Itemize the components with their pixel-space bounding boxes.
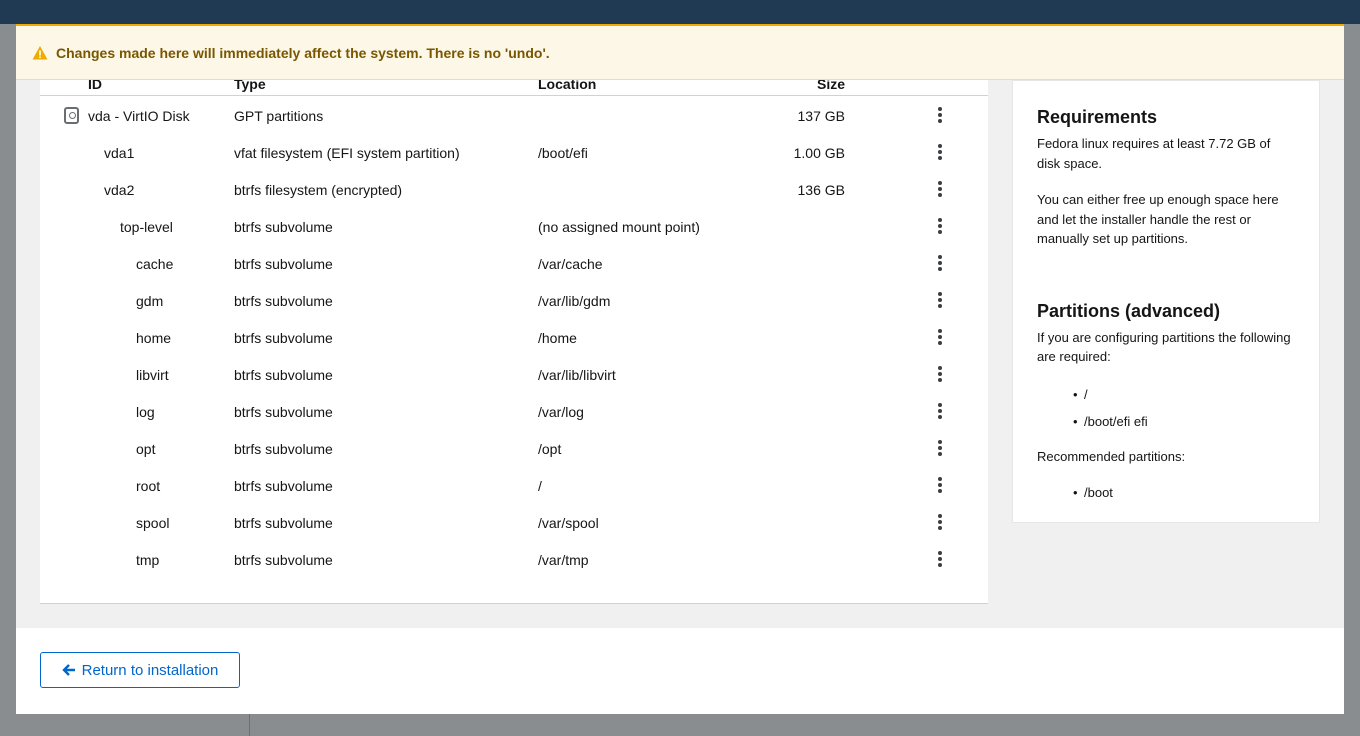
recommended-label: Recommended partitions: (1037, 448, 1186, 464)
kebab-menu-icon[interactable] (930, 401, 950, 421)
cell-type: btrfs subvolume (234, 515, 333, 531)
storage-modal: Changes made here will immediately affec… (16, 24, 1344, 714)
cell-id: gdm (136, 293, 164, 309)
cell-id: log (136, 404, 155, 420)
table-row: cache btrfs subvolume/var/cache (40, 245, 988, 282)
required-item: /boot/efi efi (1073, 412, 1295, 431)
kebab-menu-icon[interactable] (930, 253, 950, 273)
cell-size: 137 GB (797, 108, 845, 124)
cell-id: home (136, 330, 172, 346)
kebab-menu-icon[interactable] (930, 475, 950, 495)
required-item: / (1073, 385, 1295, 404)
table-row: vda1 vfat filesystem (EFI system partitio… (40, 134, 988, 171)
table-row: opt btrfs subvolume/opt (40, 430, 988, 467)
cell-location: /var/lib/gdm (538, 293, 611, 309)
modal-body: ID Type Location Size vda - VirtIO Disk G… (16, 80, 1344, 628)
table-row: root btrfs subvolume / (40, 467, 988, 504)
kebab-menu-icon[interactable] (930, 105, 950, 125)
kebab-menu-icon[interactable] (930, 549, 950, 569)
cell-type: btrfs subvolume (234, 330, 333, 346)
kebab-menu-icon[interactable] (930, 512, 950, 532)
cell-location: /opt (538, 441, 562, 457)
partitions-text: If you are configuring partitions the fo… (1037, 329, 1291, 365)
header-location: Location (538, 80, 597, 92)
table-row: home btrfs subvolume/home (40, 319, 988, 356)
cell-type: btrfs subvolume (234, 219, 333, 235)
warning-icon (32, 45, 48, 59)
table-row: top-level btrfs subvolume (no assigned mou… (40, 208, 988, 245)
cell-id: vda2 (104, 182, 135, 198)
cell-type: btrfs subvolume (234, 552, 333, 568)
table-row: gdm btrfs subvolume/var/lib/gdm (40, 282, 988, 319)
cell-id: spool (136, 515, 170, 531)
kebab-menu-icon[interactable] (930, 290, 950, 310)
cell-type: vfat filesystem (EFI system partition) (234, 145, 460, 161)
kebab-menu-icon[interactable] (930, 364, 950, 384)
cell-location: /var/spool (538, 515, 599, 531)
cell-type: btrfs subvolume (234, 478, 333, 494)
cell-id: cache (136, 256, 174, 272)
cell-type: btrfs subvolume (234, 293, 333, 309)
cell-type: btrfs subvolume (234, 256, 333, 272)
recommended-list: /boot (1073, 483, 1295, 502)
cell-id: libvirt (136, 367, 169, 383)
cell-location: / (538, 478, 542, 494)
header-id: ID (88, 80, 102, 92)
modal-footer: Return to installation (16, 628, 1344, 714)
cell-location: /home (538, 330, 577, 346)
cell-id: vda1 (104, 145, 135, 161)
arrow-left-icon (61, 664, 75, 676)
requirements-text-2: You can either free up enough space here… (1037, 192, 1279, 246)
cell-size: 1.00 GB (793, 145, 845, 161)
return-label: Return to installation (81, 661, 219, 679)
cell-location: /boot/efi (538, 145, 588, 161)
storage-table: ID Type Location Size vda - VirtIO Disk G… (40, 80, 988, 604)
requirements-text: Fedora linux requires at least 7.72 GB o… (1037, 136, 1271, 171)
top-bar (0, 0, 1360, 24)
cell-id: tmp (136, 552, 160, 568)
cell-location: /var/tmp (538, 552, 589, 568)
alert-title: Changes made here will immediately affec… (56, 44, 550, 61)
cell-type: btrfs subvolume (234, 404, 333, 420)
table-header: ID Type Location Size (40, 80, 988, 96)
kebab-menu-icon[interactable] (930, 438, 950, 458)
kebab-menu-icon[interactable] (930, 327, 950, 347)
table-row: libvirt btrfs subvolume/var/lib/libvirt (40, 356, 988, 393)
cell-location: /var/lib/libvirt (538, 367, 616, 383)
header-size: Size (816, 80, 845, 92)
partitions-title: Partitions (advanced) (1037, 300, 1221, 321)
kebab-menu-icon[interactable] (930, 142, 950, 162)
cell-location: /var/log (538, 404, 584, 420)
cell-location: /var/cache (538, 256, 603, 272)
kebab-menu-icon[interactable] (930, 179, 950, 199)
return-to-installation-button[interactable]: Return to installation (40, 652, 240, 688)
table-row: vda - VirtIO Disk GPT partitions 137 GB (40, 97, 988, 134)
cell-type: btrfs subvolume (234, 441, 333, 457)
table-row: tmp btrfs subvolume/var/tmp (40, 541, 988, 578)
required-list: / /boot/efi efi (1073, 385, 1295, 431)
requirements-title: Requirements (1037, 107, 1158, 127)
cell-id: vda - VirtIO Disk (88, 108, 190, 124)
table-row: vda2 btrfs filesystem (encrypted) 136 GB (40, 171, 988, 208)
disk-icon (64, 107, 79, 124)
cell-id: opt (136, 441, 156, 457)
recommended-item: /boot (1073, 483, 1295, 502)
cell-size: 136 GB (797, 182, 845, 198)
cell-type: btrfs filesystem (encrypted) (234, 182, 403, 198)
header-type: Type (234, 80, 266, 92)
cell-type: btrfs subvolume (234, 367, 333, 383)
cell-id: top-level (120, 219, 173, 235)
requirements-panel: Requirements Fedora linux requires at le… (1012, 80, 1320, 523)
table-row: spool btrfs subvolume/var/spool (40, 504, 988, 541)
cell-id: root (136, 478, 161, 494)
warning-alert: Changes made here will immediately affec… (16, 26, 1344, 80)
cell-type: GPT partitions (234, 108, 324, 124)
cell-location: (no assigned mount point) (538, 219, 700, 235)
table-row: log btrfs subvolume/var/log (40, 393, 988, 430)
kebab-menu-icon[interactable] (930, 216, 950, 236)
